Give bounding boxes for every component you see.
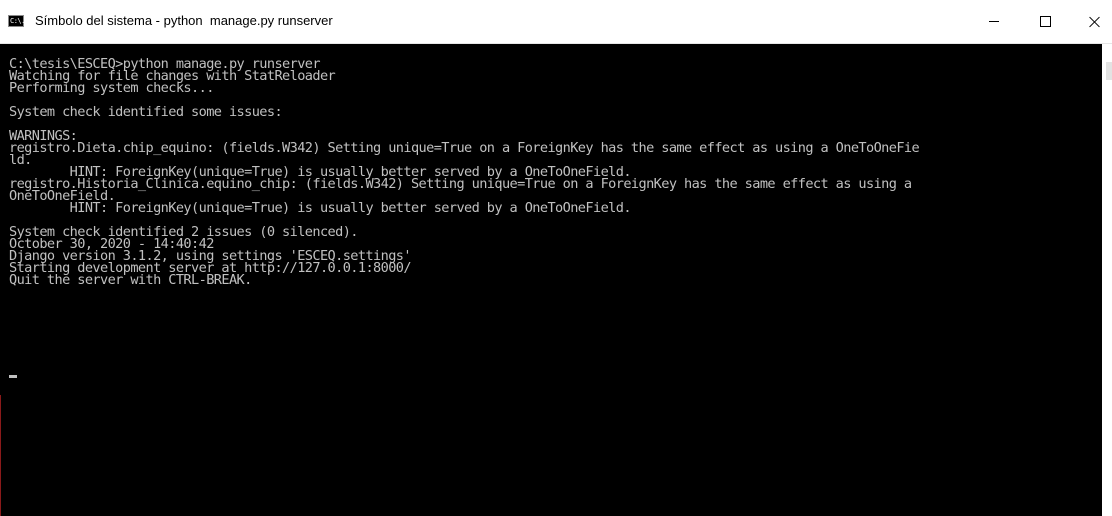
- scrollbar-thumb[interactable]: [1106, 62, 1112, 80]
- command-prompt-icon-glyph: C:\.: [10, 17, 25, 25]
- close-button[interactable]: [1072, 0, 1112, 43]
- close-icon: [1089, 16, 1101, 28]
- console-line: Performing system checks...: [9, 80, 214, 96]
- vertical-scrollbar[interactable]: [1102, 44, 1112, 516]
- window-edge: [0, 395, 1, 516]
- console-output: C:\tesis\ESCEQ>python manage.py runserve…: [9, 57, 920, 288]
- minimize-button[interactable]: [971, 0, 1017, 43]
- maximize-button[interactable]: [1022, 0, 1068, 43]
- text-cursor: [9, 375, 17, 378]
- window-title: Símbolo del sistema - python manage.py r…: [35, 13, 333, 28]
- maximize-icon: [1039, 16, 1051, 27]
- console-line: registro.Historia_Clinica.equino_chip: (…: [9, 176, 912, 192]
- console-output-area[interactable]: C:\tesis\ESCEQ>python manage.py runserve…: [0, 44, 1102, 516]
- console-window: C:\. Símbolo del sistema - python manage…: [0, 0, 1112, 516]
- console-line: HINT: ForeignKey(unique=True) is usually…: [9, 200, 632, 216]
- minimize-icon: [989, 21, 999, 22]
- console-line: registro.Dieta.chip_equino: (fields.W342…: [9, 140, 920, 156]
- command-prompt-icon[interactable]: C:\.: [8, 15, 25, 27]
- console-line: Quit the server with CTRL-BREAK.: [9, 272, 252, 288]
- title-bar[interactable]: C:\. Símbolo del sistema - python manage…: [0, 0, 1112, 44]
- console-line: System check identified some issues:: [9, 104, 283, 120]
